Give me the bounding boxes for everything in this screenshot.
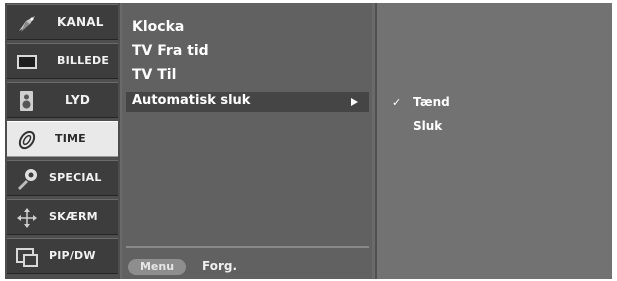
- clock-icon: [18, 130, 36, 150]
- sidebar-item-pipdw[interactable]: PIP/DW: [7, 238, 118, 274]
- tv-screen-icon: [17, 55, 37, 69]
- sidebar-item-label: SPECIAL: [49, 171, 102, 184]
- footer-hint: Forg.: [202, 259, 238, 273]
- sidebar-item-billede[interactable]: BILLEDE: [7, 43, 118, 79]
- speaker-icon: [20, 91, 33, 111]
- wrench-icon: [18, 169, 37, 190]
- option-sluk[interactable]: Sluk: [413, 119, 442, 133]
- submenu-item-tv-til[interactable]: TV Til: [132, 67, 176, 83]
- satellite-dish-icon: [19, 16, 35, 32]
- submenu-item-automatisk-sluk[interactable]: Automatisk sluk: [126, 92, 369, 112]
- sidebar-item-label: TIME: [55, 132, 86, 145]
- cross-arrows-icon: [17, 208, 37, 228]
- sidebar-item-label: LYD: [65, 93, 91, 107]
- sidebar-item-special[interactable]: SPECIAL: [7, 160, 118, 196]
- footer-bar: Menu Forg.: [126, 257, 369, 275]
- picture-in-picture-icon: [16, 248, 38, 267]
- submenu-item-klocka[interactable]: Klocka: [132, 19, 184, 35]
- tv-osd-menu: KANAL BILLEDE LYD TIME SPECIAL SKÆRM PIP…: [5, 3, 612, 279]
- sidebar-item-lyd[interactable]: LYD: [7, 82, 118, 118]
- sidebar-item-label: PIP/DW: [49, 249, 96, 262]
- submenu-item-tv-fra-tid[interactable]: TV Fra tid: [132, 43, 209, 59]
- sidebar-item-label: KANAL: [57, 15, 104, 29]
- arrow-right-icon: [351, 98, 358, 106]
- sidebar-item-label: SKÆRM: [49, 210, 98, 223]
- sidebar-item-skaerm[interactable]: SKÆRM: [7, 199, 118, 235]
- sidebar-item-kanal[interactable]: KANAL: [7, 4, 118, 40]
- sidebar-item-label: BILLEDE: [57, 54, 110, 67]
- sidebar-item-time[interactable]: TIME: [7, 121, 118, 157]
- submenu-panel: Klocka TV Fra tid TV Til Automatisk sluk…: [122, 3, 372, 279]
- options-panel: ✓ Tænd Sluk: [375, 3, 612, 279]
- menu-button[interactable]: Menu: [128, 259, 186, 275]
- divider: [126, 246, 369, 248]
- option-taend[interactable]: Tænd: [413, 95, 450, 109]
- sidebar: KANAL BILLEDE LYD TIME SPECIAL SKÆRM PIP…: [5, 3, 120, 279]
- checkmark-icon: ✓: [392, 96, 402, 109]
- submenu-item-label: Automatisk sluk: [132, 93, 251, 108]
